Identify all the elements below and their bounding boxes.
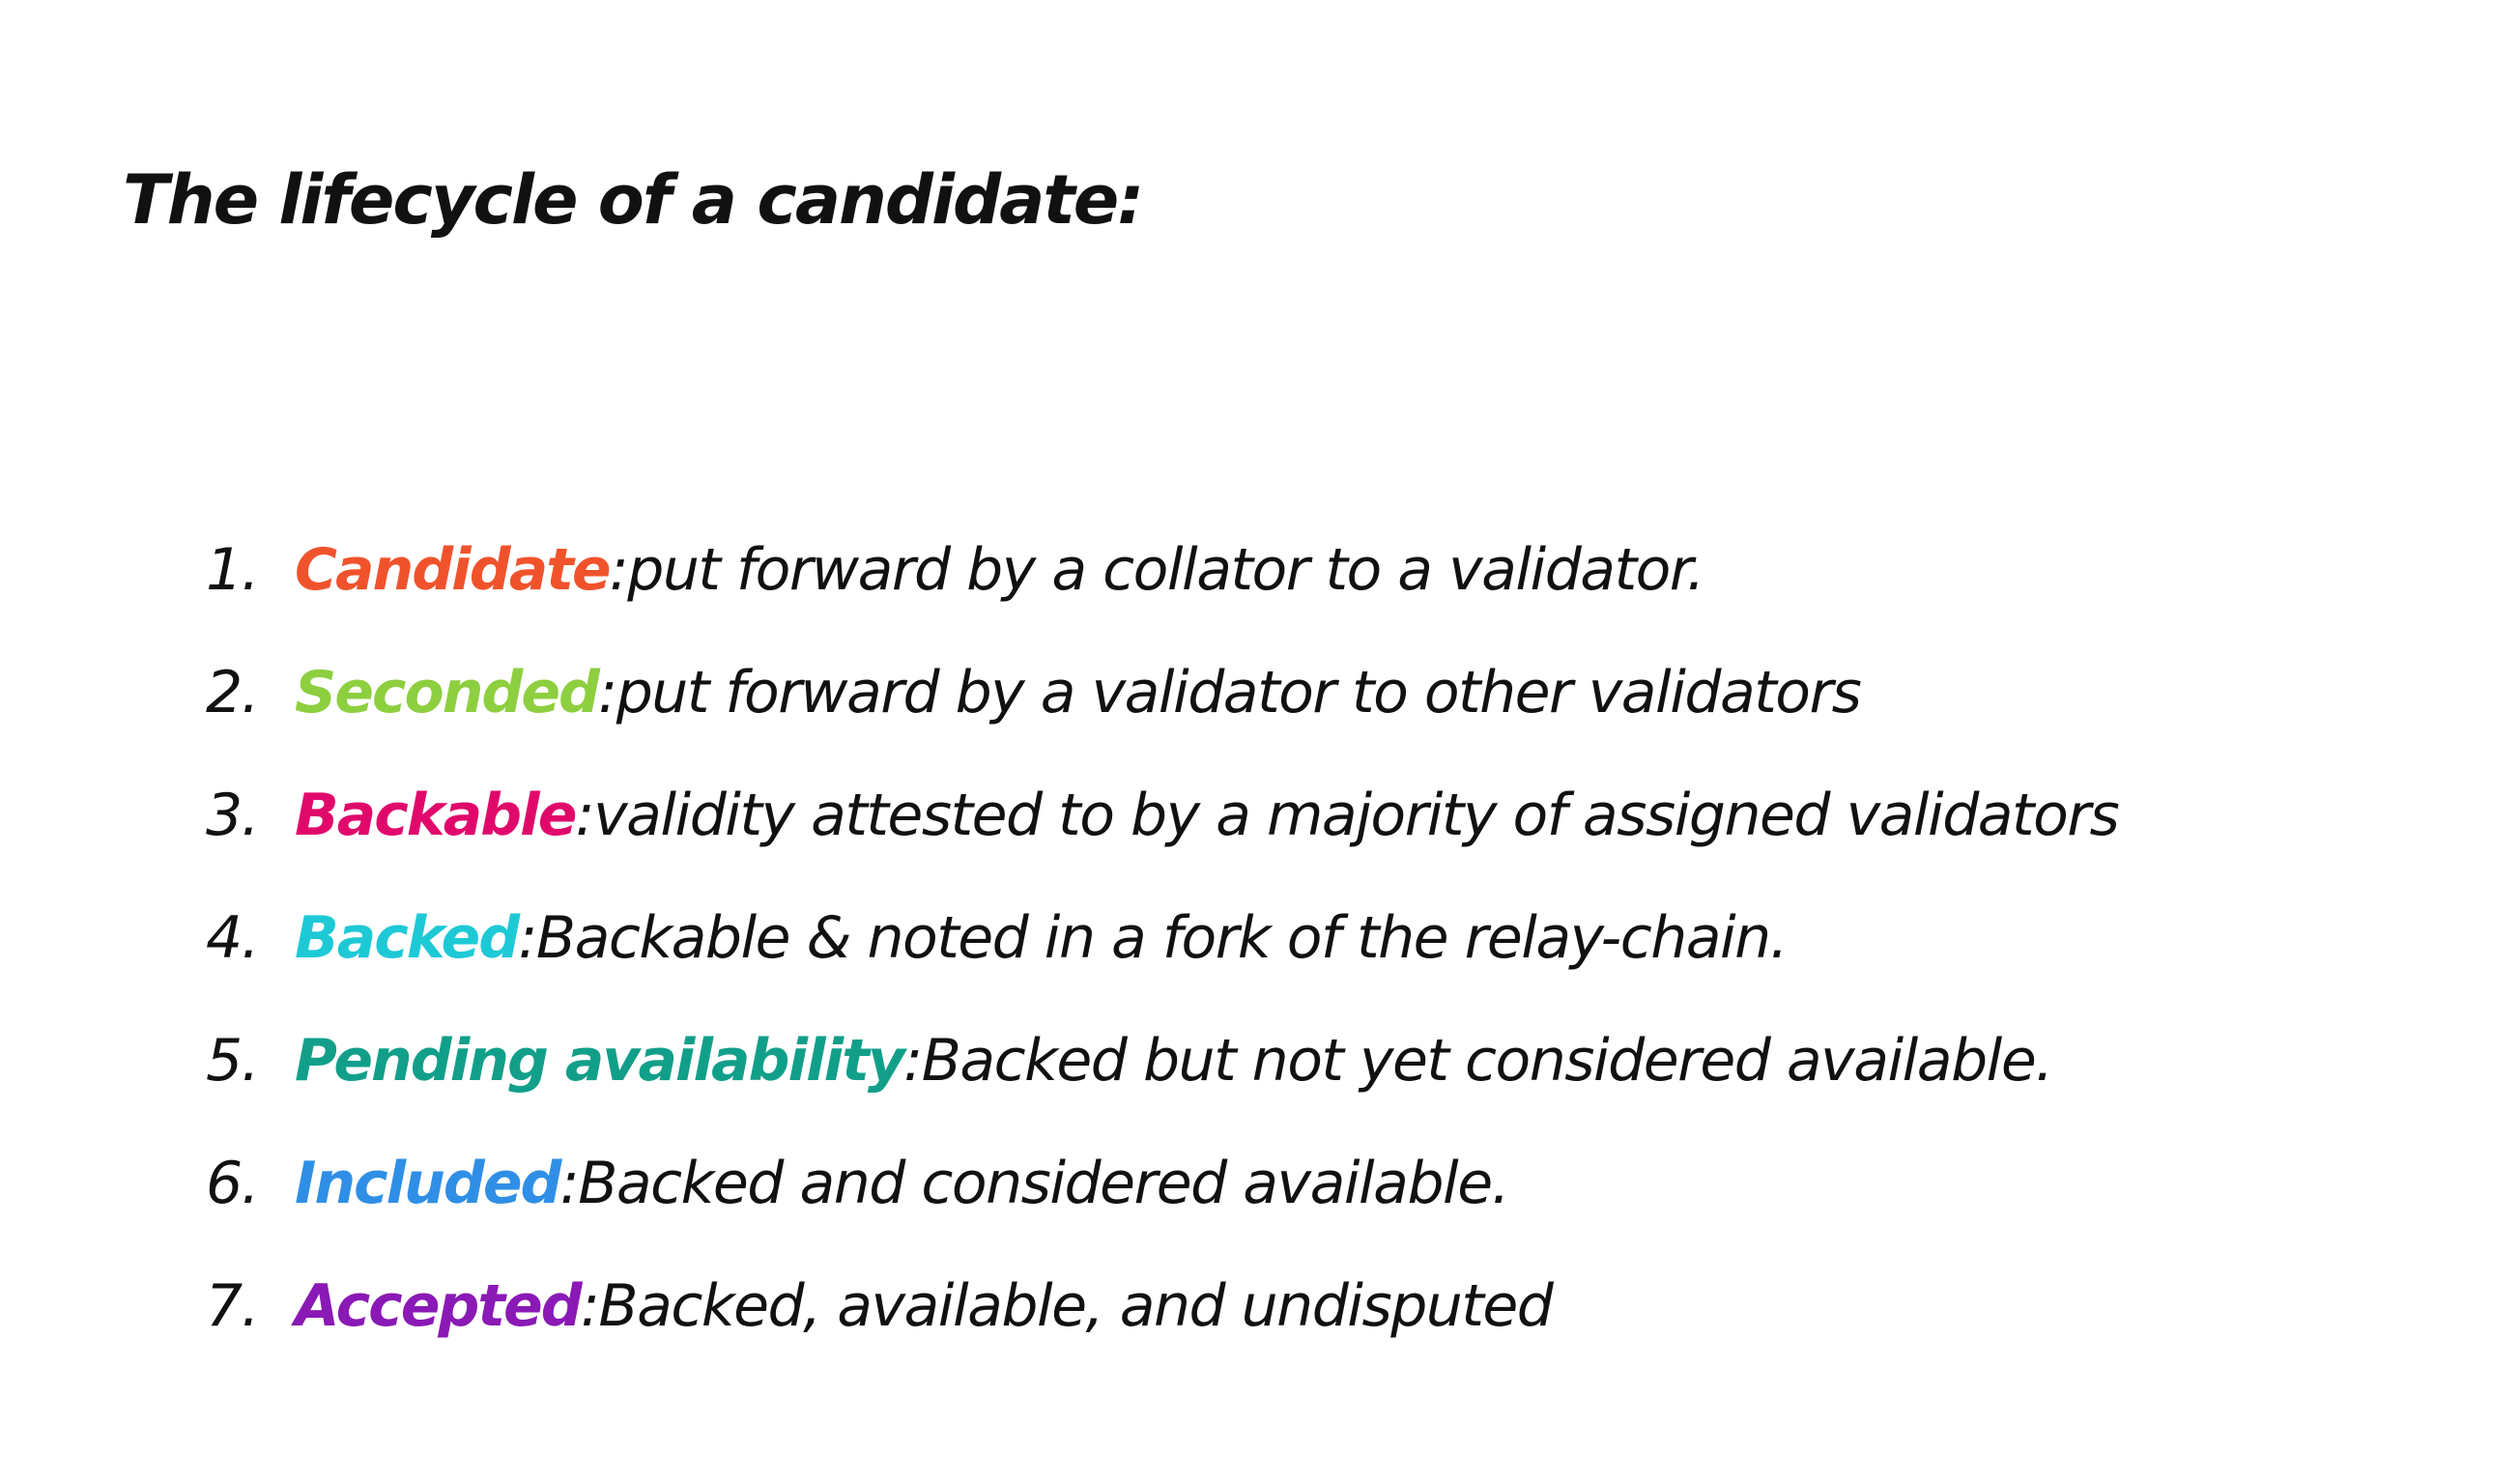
item-number: 4. [206,904,260,972]
item-separator: : [609,536,629,604]
item-description: put forward by a collator to a validator… [627,536,1704,604]
item-separator: : [598,659,617,726]
item-number: 6. [206,1150,260,1217]
list-item: 3. Backable : validity attested to by a … [206,782,2120,909]
list-item: 1. Candidate : put forward by a collator… [206,541,2118,664]
item-term: Included [295,1150,561,1217]
list-item: 4. Backed : Backable & noted in a fork o… [206,909,2118,1032]
item-term: Candidate [295,536,612,604]
item-separator: : [575,782,594,849]
list-item: 5. Pending availability : Backed but not… [206,1032,2118,1154]
lifecycle-list: 1. Candidate : put forward by a collator… [206,541,2120,1400]
item-description: validity attested to by a majority of as… [593,782,2120,849]
item-term: Accepted [295,1272,583,1340]
item-term: Backed [295,904,520,972]
slide: The lifecycle of a candidate: 1. Candida… [0,0,2520,1481]
item-number: 1. [206,536,260,604]
item-separator: : [518,904,537,972]
item-term: Backable [295,782,577,849]
item-number: 2. [206,659,260,726]
list-item: 2. Seconded : put forward by a validator… [206,664,2118,786]
item-number: 7. [206,1272,260,1340]
slide-heading: The lifecycle of a candidate: [123,160,1144,240]
item-number: 3. [206,782,260,849]
item-description: put forward by a validator to other vali… [616,659,1862,726]
item-description: Backed, available, and undisputed [598,1272,1553,1340]
list-item: 7. Accepted : Backed, available, and und… [206,1277,2118,1400]
list-item: 6. Included : Backed and considered avai… [206,1154,2118,1277]
item-description: Backed but not yet considered available. [921,1027,2054,1095]
item-description: Backed and considered available. [578,1150,1509,1217]
item-separator: : [559,1150,579,1217]
item-separator: : [903,1027,923,1095]
item-term: Seconded [295,659,600,726]
item-separator: : [580,1272,600,1340]
item-description: Backable & noted in a fork of the relay-… [535,904,1789,972]
item-term: Pending availability [295,1027,905,1095]
item-number: 5. [206,1027,260,1095]
